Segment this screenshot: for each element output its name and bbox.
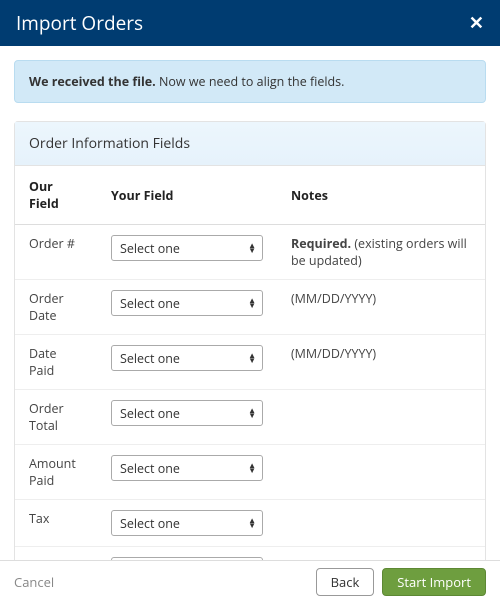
banner-rest: Now we need to align the fields. (156, 73, 345, 90)
notes-rest: (MM/DD/YYYY) (291, 345, 376, 362)
modal-body: We received the file. Now we need to ali… (0, 46, 500, 560)
table-row: Shipping Paid Select one ▲▼ (15, 547, 485, 561)
your-field-select[interactable]: Select one ▲▼ (111, 235, 263, 261)
table-row: Order Total Select one ▲▼ (15, 390, 485, 445)
start-import-button[interactable]: Start Import (382, 568, 486, 596)
select-placeholder: Select one (120, 460, 180, 477)
notes-cell: (MM/DD/YYYY) (277, 280, 485, 335)
banner-bold: We received the file. (29, 73, 156, 90)
close-icon[interactable]: ✕ (469, 11, 484, 35)
select-placeholder: Select one (120, 405, 180, 422)
your-field-select[interactable]: Select one ▲▼ (111, 557, 263, 560)
notes-cell (277, 547, 485, 561)
your-field-select[interactable]: Select one ▲▼ (111, 345, 263, 371)
chevron-updown-icon: ▲▼ (248, 353, 256, 363)
our-field-label: Date Paid (15, 335, 97, 390)
order-info-panel: Order Information Fields Our Field Your … (14, 121, 486, 560)
notes-cell (277, 500, 485, 547)
our-field-label: Order Date (15, 280, 97, 335)
chevron-updown-icon: ▲▼ (248, 408, 256, 418)
our-field-label: Tax (15, 500, 97, 547)
table-row: Order Date Select one ▲▼ (MM/DD/YYYY) (15, 280, 485, 335)
modal-title: Import Orders (16, 10, 143, 36)
info-banner: We received the file. Now we need to ali… (14, 60, 486, 103)
panel-title: Order Information Fields (15, 122, 485, 166)
our-field-label: Shipping Paid (15, 547, 97, 561)
table-row: Amount Paid Select one ▲▼ (15, 445, 485, 500)
select-placeholder: Select one (120, 240, 180, 257)
back-button[interactable]: Back (316, 568, 375, 596)
cancel-button[interactable]: Cancel (14, 573, 54, 591)
modal-footer: Cancel Back Start Import (0, 560, 500, 602)
your-field-select[interactable]: Select one ▲▼ (111, 290, 263, 316)
our-field-label: Order # (15, 225, 97, 280)
select-placeholder: Select one (120, 515, 180, 532)
select-placeholder: Select one (120, 295, 180, 312)
table-row: Date Paid Select one ▲▼ (MM/DD/YYYY) (15, 335, 485, 390)
modal-header: Import Orders ✕ (0, 0, 500, 46)
chevron-updown-icon: ▲▼ (248, 298, 256, 308)
notes-rest: (MM/DD/YYYY) (291, 290, 376, 307)
notes-cell: Required. (existing orders will be updat… (277, 225, 485, 280)
fields-table: Our Field Your Field Notes Order # Selec… (15, 166, 485, 560)
notes-cell (277, 445, 485, 500)
notes-bold: Required. (291, 235, 351, 252)
notes-cell: (MM/DD/YYYY) (277, 335, 485, 390)
table-row: Tax Select one ▲▼ (15, 500, 485, 547)
your-field-select[interactable]: Select one ▲▼ (111, 455, 263, 481)
our-field-label: Amount Paid (15, 445, 97, 500)
notes-cell (277, 390, 485, 445)
our-field-label: Order Total (15, 390, 97, 445)
header-our-field: Our Field (15, 166, 97, 225)
your-field-select[interactable]: Select one ▲▼ (111, 400, 263, 426)
table-row: Order # Select one ▲▼ Required. (existin… (15, 225, 485, 280)
chevron-updown-icon: ▲▼ (248, 518, 256, 528)
chevron-updown-icon: ▲▼ (248, 243, 256, 253)
header-notes: Notes (277, 166, 485, 225)
chevron-updown-icon: ▲▼ (248, 463, 256, 473)
header-your-field: Your Field (97, 166, 277, 225)
your-field-select[interactable]: Select one ▲▼ (111, 510, 263, 536)
select-placeholder: Select one (120, 350, 180, 367)
